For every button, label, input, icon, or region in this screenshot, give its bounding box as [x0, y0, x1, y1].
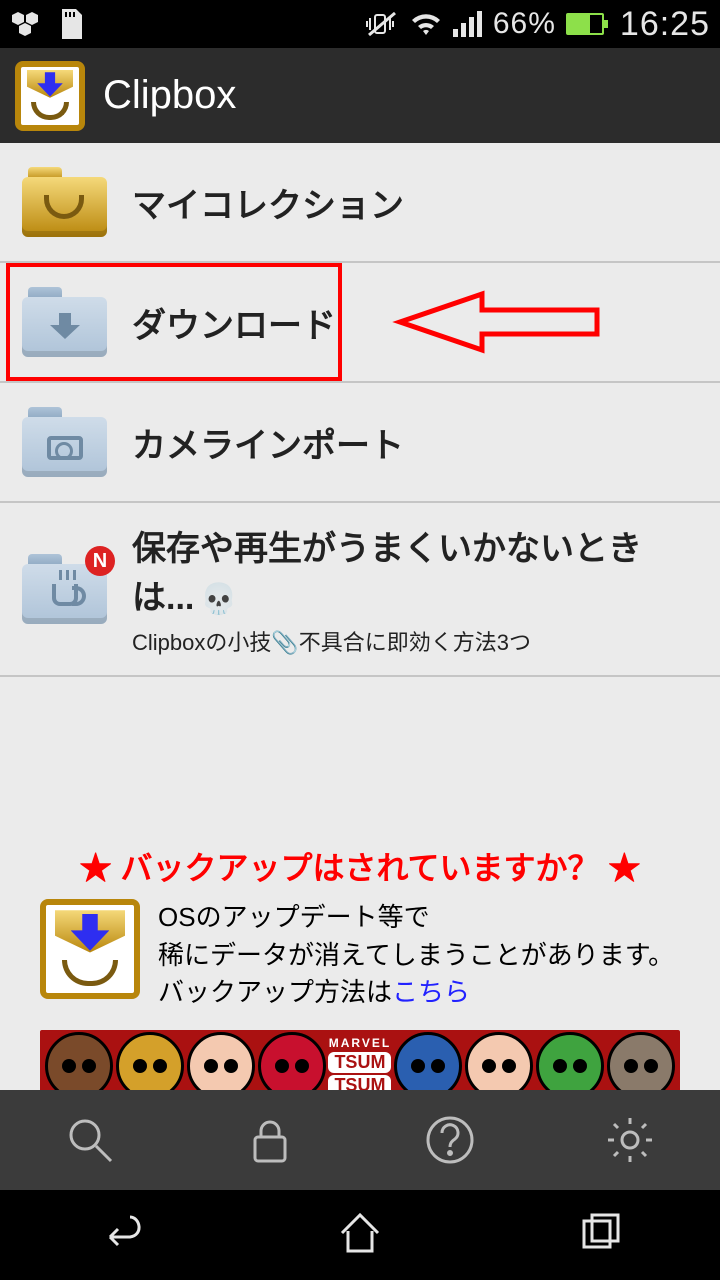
blue-folder-camera-icon: [22, 407, 107, 477]
row-tips[interactable]: N 保存や再生がうまくいかないときは...💀 Clipboxの小技📎不具合に即効…: [0, 503, 720, 677]
android-status-bar: 66% 16:25: [0, 0, 720, 48]
app-header: Clipbox: [0, 48, 720, 143]
android-nav-bar: [0, 1190, 720, 1280]
help-icon: [423, 1113, 477, 1167]
search-button[interactable]: [0, 1090, 180, 1190]
clipbox-app-icon: [15, 61, 85, 131]
row-sublabel: Clipboxの小技📎不具合に即効く方法3つ: [132, 625, 698, 657]
battery-percentage: 66%: [493, 7, 556, 41]
lock-button[interactable]: [180, 1090, 360, 1190]
row-label: 保存や再生がうまくいかないときは...💀: [132, 521, 698, 619]
clock: 16:25: [620, 5, 710, 44]
cell-signal-icon: [453, 11, 483, 37]
back-icon: [94, 1207, 146, 1259]
new-badge: N: [85, 546, 115, 576]
backup-link[interactable]: こちら: [392, 977, 470, 1007]
help-button[interactable]: [360, 1090, 540, 1190]
app-title: Clipbox: [103, 73, 236, 118]
row-download[interactable]: ダウンロード: [0, 263, 720, 383]
gear-icon: [603, 1113, 657, 1167]
battery-icon: [566, 13, 604, 35]
blue-folder-tips-icon: N: [22, 554, 107, 624]
sdcard-icon: [58, 9, 82, 39]
row-label: マイコレクション: [132, 178, 698, 227]
lock-icon: [243, 1113, 297, 1167]
home-icon: [334, 1207, 386, 1259]
main-menu-list: マイコレクション ダウンロード カメラインポート N 保存や再生がうまくいかない…: [0, 143, 720, 677]
row-camera-import[interactable]: カメラインポート: [0, 383, 720, 503]
backup-promo: ★ バックアップはされていますか？ ★ OSのアップデート等で 稀にデータが消え…: [0, 827, 720, 1012]
home-button[interactable]: [334, 1207, 386, 1264]
skull-icon: 💀: [200, 583, 237, 616]
vibrate-mute-icon: [365, 9, 399, 39]
gold-folder-clip-icon: [22, 167, 107, 237]
back-button[interactable]: [94, 1207, 146, 1264]
app-notification-icon: [10, 10, 44, 38]
blue-folder-download-icon: [22, 287, 107, 357]
search-icon: [63, 1113, 117, 1167]
promo-title: ★ バックアップはされていますか？ ★: [40, 843, 680, 889]
ad-logo: MARVEL TSUM TSUM: [328, 1036, 391, 1096]
recent-apps-icon: [574, 1207, 626, 1259]
clipbox-app-icon: [40, 899, 140, 999]
app-toolbar: [0, 1090, 720, 1190]
wifi-icon: [409, 10, 443, 38]
annotation-arrow-icon: [392, 282, 602, 362]
recent-apps-button[interactable]: [574, 1207, 626, 1264]
row-label: カメラインポート: [132, 418, 698, 467]
row-my-collection[interactable]: マイコレクション: [0, 143, 720, 263]
paperclip-icon: 📎: [271, 630, 298, 655]
settings-button[interactable]: [540, 1090, 720, 1190]
promo-text: OSのアップデート等で 稀にデータが消えてしまうことがあります。 バックアップ方…: [158, 899, 674, 1012]
